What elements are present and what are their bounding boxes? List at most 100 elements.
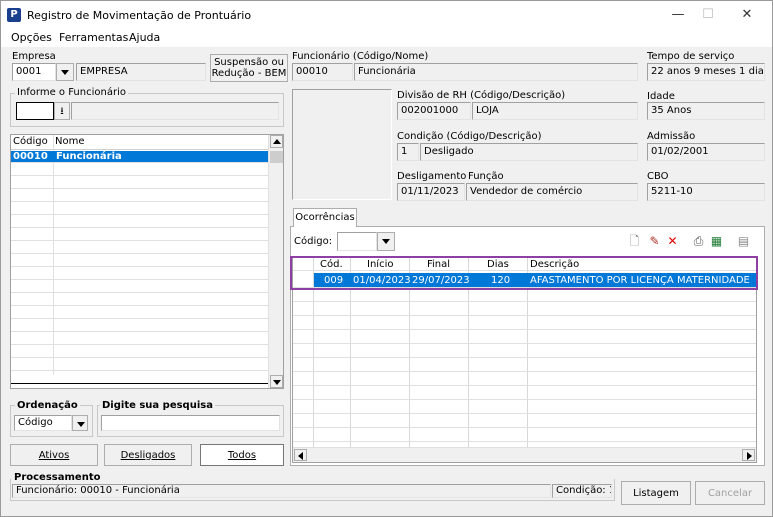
list-item[interactable] [11,294,269,306]
maximize-button[interactable]: ☐ [693,6,723,24]
condicao-code-field: 1 [397,143,419,161]
tempo-servico-field: 22 anos 9 meses 1 dia [647,63,765,81]
table-row[interactable] [293,345,756,358]
scroll-down-icon[interactable] [270,375,283,388]
list-item[interactable] [11,255,269,267]
condicao-label: Condição (Código/Descrição) [397,131,542,142]
empresa-code-field[interactable]: 0001 [12,63,56,81]
edit-pencil-icon[interactable]: ✎ [647,234,662,249]
divisao-rh-desc-field: LOJA [472,102,638,120]
minimize-button[interactable]: — [663,6,693,24]
table-row[interactable] [293,359,756,372]
funcionario-name-field: Funcionária [354,63,638,81]
col-header-codigo[interactable]: Código [13,136,48,147]
tab-ocorrencias[interactable]: Ocorrências [293,208,357,227]
processamento-condicao: Condição: 1 [552,484,612,498]
table-row[interactable] [293,387,756,400]
suspensao-line1: Suspensão ou [214,57,284,68]
app-logo-icon: P [7,8,21,22]
funcao-field: Vendedor de comércio [466,183,638,201]
list-item[interactable]: 00010 Funcionária [11,151,269,163]
menu-ferramentas[interactable]: Ferramentas [59,31,128,44]
list-item[interactable] [11,333,269,345]
list-item-code: 00010 [13,151,48,162]
list-item[interactable] [11,307,269,319]
ordenacao-select[interactable]: Código [14,415,72,431]
list-item[interactable] [11,177,269,189]
list-item[interactable] [11,216,269,228]
scroll-up-icon[interactable] [270,135,283,148]
list-item[interactable] [11,281,269,293]
list-item[interactable] [11,164,269,176]
admissao-label: Admissão [647,131,696,142]
ordenacao-dropdown-button[interactable] [72,415,88,431]
informe-name-field [71,102,279,120]
list-item[interactable] [11,190,269,202]
funcionario-code-field: 00010 [292,63,353,81]
desligamento-field: 01/11/2023 [397,183,465,201]
ativos-button[interactable]: Ativos [10,444,98,466]
scroll-right-icon[interactable] [742,449,755,461]
empresa-dropdown-button[interactable] [56,63,74,81]
funcionario-label: Funcionário (Código/Nome) [292,51,429,62]
employee-list-scrollbar[interactable] [268,135,283,388]
col-header-nome[interactable]: Nome [55,136,85,147]
cbo-label: CBO [647,171,669,182]
export-excel-icon[interactable]: ▦ [709,234,724,249]
list-item[interactable] [11,242,269,254]
codigo-filter-input[interactable] [337,232,377,251]
codigo-filter-dropdown-button[interactable] [377,232,395,251]
employee-list[interactable]: Código Nome 00010 Funcionária [10,134,284,389]
cbo-field: 5211-10 [647,183,765,201]
codigo-filter-label: Código: [294,236,333,247]
tempo-servico-label: Tempo de serviço [647,51,735,62]
table-row[interactable] [293,373,756,386]
ordenacao-label: Ordenação [15,400,80,411]
table-row[interactable] [293,331,756,344]
scroll-left-icon[interactable] [294,449,307,461]
menu-bar: Opções Ferramentas Ajuda [1,29,772,47]
suspensao-line2: Redução - BEM [211,68,287,79]
ocorrencias-hscrollbar[interactable] [293,447,756,462]
cancelar-button[interactable]: Cancelar [695,481,765,505]
pesquisa-label: Digite sua pesquisa [100,400,215,411]
informe-label: Informe o Funcionário [15,87,128,98]
table-row[interactable] [293,303,756,316]
list-item-name: Funcionária [56,151,122,162]
list-item[interactable] [11,359,269,371]
employee-photo [292,89,392,200]
list-item[interactable] [11,346,269,358]
preview-icon[interactable]: ▤ [736,234,751,249]
suspensao-reducao-button[interactable]: Suspensão ou Redução - BEM [210,54,288,82]
scroll-thumb[interactable] [270,151,283,163]
print-icon[interactable]: ⎙ [691,234,706,249]
close-button[interactable]: ✕ [732,6,762,24]
list-item[interactable] [11,320,269,332]
table-row[interactable] [293,429,756,442]
informe-download-icon[interactable]: ⭳ [54,102,70,120]
desligados-button[interactable]: Desligados [104,444,192,466]
processamento-label: Processamento [14,472,101,483]
menu-opcoes[interactable]: Opções [11,31,52,44]
new-document-icon[interactable]: 🗋 [627,234,642,249]
title-bar: P Registro de Movimentação de Prontuário… [1,1,772,29]
search-input[interactable] [101,415,280,431]
divisao-rh-code-field: 002001000 [397,102,471,120]
informe-input[interactable] [16,102,54,120]
employee-list-header: Código Nome [11,135,269,150]
condicao-desc-field: Desligado [420,143,638,161]
table-row[interactable] [293,317,756,330]
list-item[interactable] [11,203,269,215]
table-row[interactable] [293,415,756,428]
menu-ajuda[interactable]: Ajuda [129,31,160,44]
list-item[interactable] [11,229,269,241]
listagem-button[interactable]: Listagem [621,481,691,505]
list-item[interactable] [11,372,269,384]
delete-x-icon[interactable]: ✕ [665,234,680,249]
todos-button[interactable]: Todos [200,444,284,466]
table-row[interactable] [293,289,756,302]
list-item[interactable] [11,268,269,280]
main-window: P Registro de Movimentação de Prontuário… [0,0,773,517]
table-row[interactable] [293,401,756,414]
funcao-label: Função [468,171,504,182]
